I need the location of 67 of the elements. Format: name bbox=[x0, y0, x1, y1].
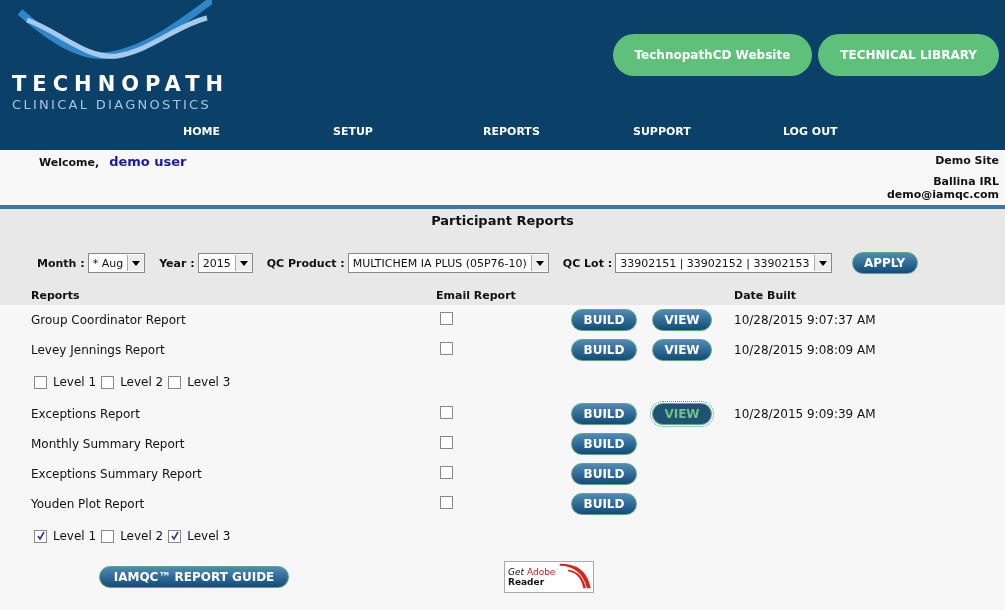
checkbox[interactable] bbox=[168, 375, 182, 389]
build-button[interactable]: BUILD bbox=[571, 403, 637, 425]
caret-icon bbox=[535, 260, 544, 266]
logo-wordmark: TECHNOPATH bbox=[12, 72, 230, 96]
nav-item[interactable]: SUPPORT bbox=[598, 118, 748, 138]
checkbox[interactable] bbox=[440, 406, 453, 419]
date-built: 10/28/2015 9:08:09 AM bbox=[734, 343, 876, 357]
view-button[interactable]: VIEW bbox=[652, 403, 712, 425]
report-name: Monthly Summary Report bbox=[31, 437, 186, 451]
site-email: demo@iamqc.com bbox=[886, 188, 999, 201]
welcome-label: Welcome, bbox=[39, 156, 100, 169]
nav-item[interactable]: SETUP bbox=[298, 118, 448, 138]
checkbox[interactable] bbox=[440, 436, 453, 449]
nav-item[interactable]: HOME bbox=[148, 118, 298, 138]
column-header: Date Built bbox=[734, 289, 798, 302]
checkbox-label: Level 1 bbox=[53, 375, 97, 389]
checkbox[interactable] bbox=[440, 342, 453, 355]
report-name: Group Coordinator Report bbox=[31, 313, 187, 327]
checkbox[interactable] bbox=[34, 375, 47, 389]
column-header: Email Report bbox=[436, 289, 517, 302]
filter-label: Year : bbox=[159, 256, 195, 270]
view-button[interactable]: VIEW bbox=[652, 309, 712, 331]
page-title: Participant Reports bbox=[430, 212, 575, 230]
caret-icon bbox=[818, 260, 827, 266]
caret-icon bbox=[132, 260, 141, 266]
report-name: Youden Plot Report bbox=[31, 497, 146, 511]
view-button[interactable]: VIEW bbox=[652, 339, 712, 361]
checkbox-label: Level 1 bbox=[53, 529, 97, 543]
checkbox[interactable] bbox=[440, 466, 453, 479]
checkbox[interactable] bbox=[440, 312, 453, 325]
site-name: Demo Site bbox=[935, 154, 999, 167]
dropdown[interactable]: 33902151 | 33902152 | 33902153 bbox=[615, 253, 832, 273]
build-button[interactable]: BUILD bbox=[571, 433, 637, 455]
build-button[interactable]: BUILD bbox=[571, 463, 637, 485]
logo-tagline: CLINICAL DIAGNOSTICS bbox=[12, 97, 212, 112]
checkbox[interactable] bbox=[34, 529, 47, 543]
column-header: Reports bbox=[31, 289, 81, 302]
filter-label: Month : bbox=[37, 256, 85, 270]
build-button[interactable]: BUILD bbox=[571, 309, 637, 331]
build-button[interactable]: BUILD bbox=[571, 339, 637, 361]
filter-label: QC Product : bbox=[266, 256, 345, 270]
checkbox[interactable] bbox=[168, 529, 182, 543]
checkbox-label: Level 2 bbox=[120, 375, 164, 389]
build-button[interactable]: BUILD bbox=[571, 493, 637, 515]
dropdown[interactable]: 2015 bbox=[197, 253, 253, 273]
dropdown[interactable]: MULTICHEM IA PLUS (05P76-10) bbox=[347, 253, 549, 273]
site-location: Ballina IRL bbox=[933, 175, 999, 188]
dropdown[interactable]: * Aug bbox=[87, 253, 146, 273]
filter-label: QC Lot : bbox=[562, 256, 613, 270]
caret-icon bbox=[239, 260, 248, 266]
date-built: 10/28/2015 9:07:37 AM bbox=[734, 313, 876, 327]
checkbox[interactable] bbox=[101, 529, 115, 543]
nav-item[interactable]: LOG OUT bbox=[748, 118, 898, 138]
report-guide-button[interactable]: IAMQC™ REPORT GUIDE bbox=[99, 566, 289, 588]
report-name: Levey Jennings Report bbox=[31, 343, 166, 357]
user-name: demo user bbox=[109, 154, 187, 169]
report-name: Exceptions Summary Report bbox=[31, 467, 203, 481]
checkbox[interactable] bbox=[101, 375, 115, 389]
apply-button[interactable]: APPLY bbox=[851, 252, 918, 274]
nav-item[interactable]: REPORTS bbox=[448, 118, 598, 138]
checkbox[interactable] bbox=[440, 496, 453, 509]
report-name: Exceptions Report bbox=[31, 407, 141, 421]
adobe-reader-badge[interactable]: Get Adobe Reader bbox=[504, 561, 594, 593]
checkbox-label: Level 2 bbox=[120, 529, 164, 543]
date-built: 10/28/2015 9:09:39 AM bbox=[734, 407, 876, 421]
checkbox-label: Level 3 bbox=[187, 375, 231, 389]
checkbox-label: Level 3 bbox=[187, 529, 231, 543]
